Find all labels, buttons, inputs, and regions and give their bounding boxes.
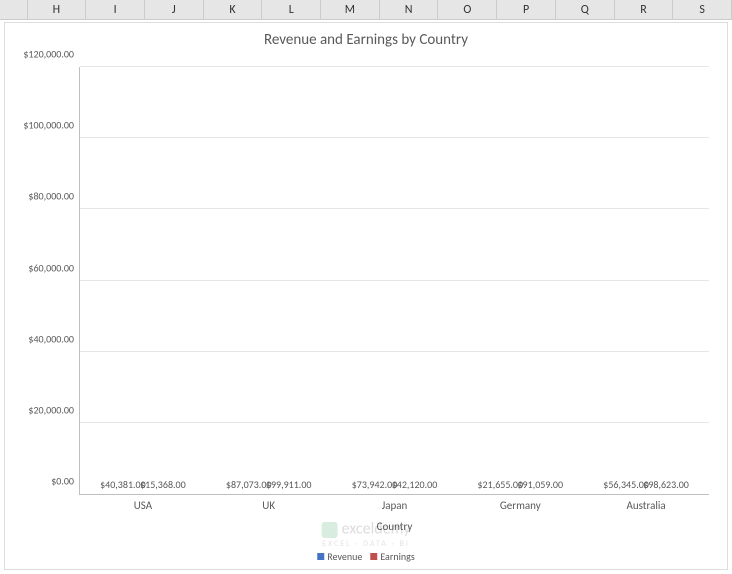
legend-swatch xyxy=(370,553,377,560)
x-tick-label: Germany xyxy=(457,499,583,512)
column-headers: HIJKLMNOPQRS xyxy=(0,0,732,20)
bar-data-label: $15,368.00 xyxy=(140,478,186,491)
col-header-P[interactable]: P xyxy=(497,0,556,19)
legend-label: Revenue xyxy=(327,550,362,563)
x-tick-label: UK xyxy=(206,499,332,512)
col-header-R[interactable]: R xyxy=(615,0,674,19)
col-header-L[interactable]: L xyxy=(262,0,321,19)
bar-data-label: $42,120.00 xyxy=(392,478,438,491)
col-header-S[interactable]: S xyxy=(673,0,732,19)
gridline xyxy=(80,280,709,281)
col-header-blank[interactable] xyxy=(0,0,28,19)
bar-data-label: $40,381.00 xyxy=(100,478,146,491)
chart-title[interactable]: Revenue and Earnings by Country xyxy=(5,23,727,53)
col-header-O[interactable]: O xyxy=(438,0,497,19)
legend-item-earnings[interactable]: Earnings xyxy=(370,550,414,563)
gridline xyxy=(80,66,709,67)
bar-data-label: $87,073.00 xyxy=(226,478,272,491)
y-tick-label: $80,000.00 xyxy=(28,190,74,203)
watermark-icon xyxy=(322,522,338,538)
col-header-I[interactable]: I xyxy=(86,0,145,19)
y-tick-label: $60,000.00 xyxy=(28,261,74,274)
col-header-M[interactable]: M xyxy=(321,0,380,19)
chart-container[interactable]: Revenue and Earnings by Country Country … xyxy=(4,22,728,570)
x-tick-label: Japan xyxy=(332,499,458,512)
bar-data-label: $99,911.00 xyxy=(266,478,312,491)
bar-data-label: $91,059.00 xyxy=(517,478,563,491)
bar-data-label: $56,345.00 xyxy=(603,478,649,491)
x-tick-label: Australia xyxy=(583,499,709,512)
x-tick-label: USA xyxy=(80,499,206,512)
col-header-J[interactable]: J xyxy=(145,0,204,19)
legend-swatch xyxy=(317,553,324,560)
gridline xyxy=(80,137,709,138)
bar-data-label: $98,623.00 xyxy=(643,478,689,491)
col-header-Q[interactable]: Q xyxy=(556,0,615,19)
legend-label: Earnings xyxy=(380,550,414,563)
col-header-N[interactable]: N xyxy=(380,0,439,19)
y-tick-label: $100,000.00 xyxy=(23,119,74,132)
gridline xyxy=(80,208,709,209)
gridline xyxy=(80,422,709,423)
bar-data-label: $73,942.00 xyxy=(352,478,398,491)
y-tick-label: $120,000.00 xyxy=(23,48,74,61)
col-header-H[interactable]: H xyxy=(28,0,87,19)
col-header-K[interactable]: K xyxy=(204,0,263,19)
watermark-subtitle: EXCEL · DATA · BI xyxy=(322,539,411,549)
legend[interactable]: Revenue Earnings xyxy=(317,550,414,563)
y-tick-label: $40,000.00 xyxy=(28,332,74,345)
legend-item-revenue[interactable]: Revenue xyxy=(317,550,362,563)
gridline xyxy=(80,351,709,352)
plot-area[interactable]: Country $0.00$20,000.00$40,000.00$60,000… xyxy=(79,67,709,495)
bar-data-label: $21,655.00 xyxy=(477,478,523,491)
y-tick-label: $20,000.00 xyxy=(28,403,74,416)
y-tick-label: $0.00 xyxy=(51,475,74,488)
x-axis-label[interactable]: Country xyxy=(377,520,413,533)
